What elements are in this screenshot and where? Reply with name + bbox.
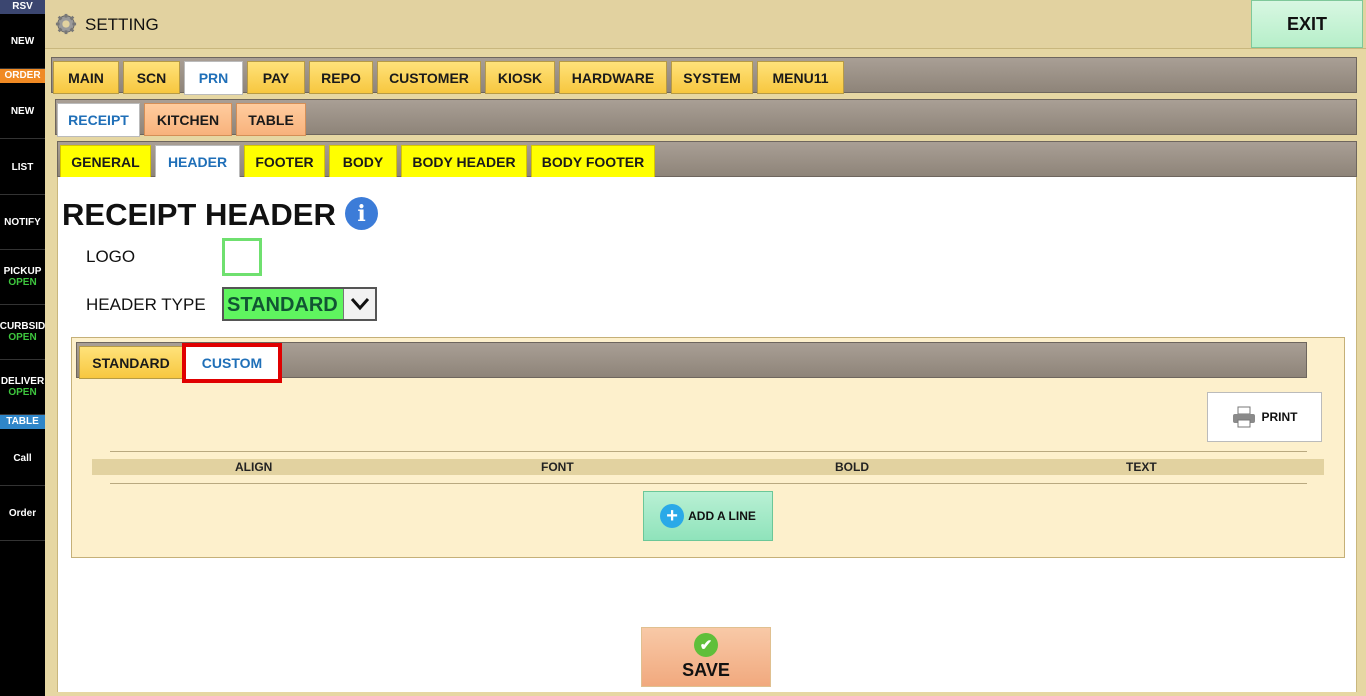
order-button[interactable]: Order — [0, 486, 45, 541]
order-header: ORDER — [0, 69, 45, 83]
gear-icon — [55, 13, 77, 35]
tab-hardware[interactable]: HARDWARE — [559, 61, 667, 94]
list-button[interactable]: LIST — [0, 140, 45, 195]
main-tab-strip: MAIN SCN PRN PAY REPO CUSTOMER KIOSK HAR… — [51, 57, 1357, 95]
header-type-label: HEADER TYPE — [86, 295, 206, 314]
tab-receipt[interactable]: RECEIPT — [57, 103, 140, 137]
check-icon: ✔ — [694, 633, 718, 657]
rsv-new-label: NEW — [10, 35, 35, 47]
order-label: Order — [8, 507, 37, 519]
tab-main[interactable]: MAIN — [53, 61, 119, 94]
info-icon[interactable]: i — [345, 197, 378, 230]
save-label: SAVE — [682, 660, 730, 680]
col-align: ALIGN — [235, 460, 273, 474]
rsv-header: RSV — [0, 0, 45, 14]
logo-checkbox[interactable] — [222, 238, 262, 276]
delivery-status: OPEN — [8, 387, 37, 398]
tab-table[interactable]: TABLE — [236, 103, 306, 136]
printer-icon — [1232, 406, 1255, 428]
col-text: TEXT — [1126, 460, 1157, 474]
notify-label: NOTIFY — [4, 216, 41, 228]
save-button[interactable]: ✔ SAVE — [641, 627, 771, 687]
pickup-status: OPEN — [8, 277, 37, 288]
pickup-label: PICKUP — [3, 266, 42, 277]
tab-menu11[interactable]: MENU11 — [757, 61, 844, 94]
curbside-button[interactable]: CURBSID OPEN — [0, 305, 45, 360]
col-font: FONT — [541, 460, 574, 474]
delivery-button[interactable]: DELIVER OPEN — [0, 360, 45, 415]
add-line-label: ADD A LINE — [688, 509, 756, 523]
header-type-tab-strip: STANDARD CUSTOM — [76, 342, 1307, 383]
pickup-button[interactable]: PICKUP OPEN — [0, 250, 45, 305]
list-label: LIST — [11, 161, 34, 173]
print-label: PRINT — [1261, 410, 1298, 424]
prn-tab-strip: RECEIPT KITCHEN TABLE — [55, 99, 1357, 137]
rsv-new-button[interactable]: NEW — [0, 14, 45, 69]
chevron-down-icon — [343, 289, 375, 319]
delivery-label: DELIVER — [0, 376, 45, 387]
add-line-button[interactable]: + ADD A LINE — [643, 491, 773, 541]
tab-customer[interactable]: CUSTOMER — [377, 61, 481, 94]
curbside-status: OPEN — [8, 332, 37, 343]
tab-repo[interactable]: REPO — [309, 61, 373, 94]
tab-prn[interactable]: PRN — [184, 61, 243, 95]
tab-custom[interactable]: CUSTOM — [182, 343, 282, 383]
divider — [110, 451, 1307, 452]
tab-body-footer[interactable]: BODY FOOTER — [531, 145, 655, 178]
logo-label: LOGO — [86, 247, 136, 266]
curbside-label: CURBSID — [0, 321, 46, 332]
top-bar: SETTING EXIT — [45, 0, 1366, 49]
tab-body-header[interactable]: BODY HEADER — [401, 145, 527, 178]
divider — [110, 483, 1307, 484]
tab-pay[interactable]: PAY — [247, 61, 305, 94]
page-title: RECEIPT HEADER — [62, 197, 336, 232]
left-sidebar: RSV NEW ORDER NEW LIST NOTIFY PICKUP OPE… — [0, 0, 45, 696]
tab-footer[interactable]: FOOTER — [244, 145, 325, 178]
exit-button[interactable]: EXIT — [1251, 0, 1363, 48]
tab-scn[interactable]: SCN — [123, 61, 180, 94]
custom-header-panel: STANDARD CUSTOM PRINT ALIGN FONT BOLD TE… — [71, 337, 1345, 558]
col-bold: BOLD — [835, 460, 869, 474]
window-title: SETTING — [85, 15, 159, 34]
order-new-button[interactable]: NEW — [0, 84, 45, 139]
table-header: TABLE — [0, 415, 45, 429]
settings-window: SETTING EXIT MAIN SCN PRN PAY REPO CUSTO… — [45, 0, 1366, 696]
notify-button[interactable]: NOTIFY — [0, 195, 45, 250]
call-button[interactable]: Call — [0, 431, 45, 486]
tab-general[interactable]: GENERAL — [60, 145, 151, 178]
header-type-value: STANDARD — [227, 294, 338, 316]
print-button[interactable]: PRINT — [1207, 392, 1322, 442]
tab-kiosk[interactable]: KIOSK — [485, 61, 555, 94]
tab-system[interactable]: SYSTEM — [671, 61, 753, 94]
header-type-select[interactable]: STANDARD — [222, 287, 377, 321]
column-header-row: ALIGN FONT BOLD TEXT — [92, 459, 1324, 475]
call-label: Call — [13, 452, 32, 464]
plus-icon: + — [660, 504, 685, 528]
content-area: RECEIPT HEADER i LOGO HEADER TYPE STANDA… — [57, 177, 1357, 692]
tab-body[interactable]: BODY — [329, 145, 397, 178]
receipt-tab-strip: GENERAL HEADER FOOTER BODY BODY HEADER B… — [57, 141, 1357, 179]
tab-standard[interactable]: STANDARD — [79, 346, 183, 379]
tab-kitchen[interactable]: KITCHEN — [144, 103, 232, 136]
order-new-label: NEW — [10, 105, 35, 117]
tab-header[interactable]: HEADER — [155, 145, 240, 179]
